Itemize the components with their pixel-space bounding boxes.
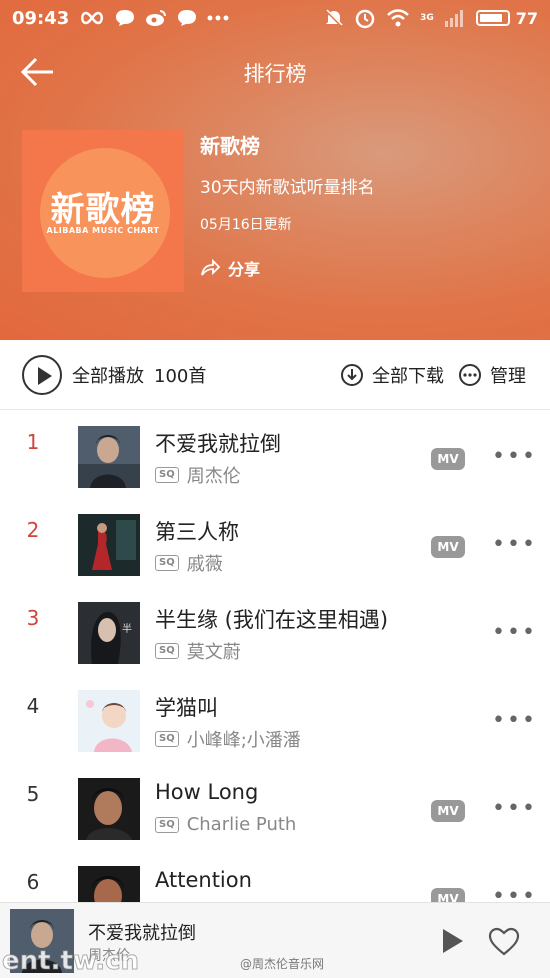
more-options-icon[interactable]: ••• bbox=[492, 622, 537, 644]
album-art-thumbnail bbox=[78, 690, 140, 752]
manage-icon bbox=[459, 364, 481, 386]
manage-button[interactable]: 管理 bbox=[458, 362, 526, 388]
watermark-left: ent.tw.cn bbox=[1, 946, 140, 977]
svg-text:半: 半 bbox=[122, 622, 132, 635]
more-options-icon[interactable]: ••• bbox=[492, 798, 537, 820]
song-rank: 2 bbox=[26, 518, 40, 542]
signal-icon bbox=[444, 10, 463, 27]
song-artist: 小峰峰;小潘潘 bbox=[186, 730, 301, 751]
song-artist: Charlie Puth bbox=[186, 814, 297, 835]
sq-quality-badge: SQ bbox=[155, 643, 179, 659]
sq-quality-badge: SQ bbox=[155, 731, 179, 747]
song-title: 半生缘 (我们在这里相遇) bbox=[155, 608, 389, 632]
song-row[interactable]: 1 不爱我就拉倒 SQ 周杰伦 MV ••• bbox=[0, 412, 550, 500]
network-label: 3G bbox=[420, 13, 434, 23]
chart-info: 新歌榜 30天内新歌试听量排名 05月16日更新 bbox=[200, 130, 375, 234]
share-label: 分享 bbox=[228, 260, 261, 279]
song-count: 100首 bbox=[154, 366, 207, 387]
sq-quality-badge: SQ bbox=[155, 467, 179, 483]
song-artist: 莫文蔚 bbox=[186, 642, 241, 663]
more-options-icon[interactable]: ••• bbox=[492, 534, 537, 556]
more-dots-icon bbox=[207, 15, 229, 21]
play-circle-icon bbox=[22, 355, 62, 395]
album-art-thumbnail: 半 bbox=[78, 602, 140, 664]
mv-badge[interactable]: MV bbox=[431, 536, 465, 558]
song-artist: 周杰伦 bbox=[186, 466, 241, 487]
status-bar: 09:43 3G 77 bbox=[0, 0, 550, 36]
song-title: How Long bbox=[155, 780, 259, 804]
alarm-icon bbox=[355, 9, 375, 29]
song-row[interactable]: 5 How Long SQ Charlie Puth MV ••• bbox=[0, 764, 550, 852]
download-all-button[interactable]: 全部下载 bbox=[340, 362, 444, 388]
battery-level: 77 bbox=[515, 8, 538, 28]
song-row[interactable]: 3 半 半生缘 (我们在这里相遇) SQ 莫文蔚 ••• bbox=[0, 588, 550, 676]
chart-updated: 05月16日更新 bbox=[200, 217, 292, 233]
mute-icon bbox=[325, 8, 344, 28]
manage-label: 管理 bbox=[490, 366, 526, 387]
play-all-label: 全部播放 bbox=[72, 366, 144, 387]
share-icon bbox=[201, 259, 220, 276]
song-row[interactable]: 2 第三人称 SQ 戚薇 MV ••• bbox=[0, 500, 550, 588]
song-title: 学猫叫 bbox=[155, 696, 218, 720]
now-playing-title: 不爱我就拉倒 bbox=[88, 923, 196, 944]
song-rank: 3 bbox=[26, 606, 40, 630]
mv-badge[interactable]: MV bbox=[431, 800, 465, 822]
chat-bubble-icon bbox=[116, 10, 135, 26]
chart-title: 新歌榜 bbox=[200, 134, 260, 158]
song-rank: 5 bbox=[26, 782, 40, 806]
watermark-right: @周杰伦音乐网 bbox=[240, 957, 325, 971]
heart-icon[interactable] bbox=[488, 927, 520, 957]
page-title: 排行榜 bbox=[243, 62, 307, 86]
status-time: 09:43 bbox=[12, 7, 70, 29]
song-rank: 4 bbox=[26, 694, 40, 718]
chat-bubble-icon bbox=[178, 10, 197, 26]
more-options-icon[interactable]: ••• bbox=[492, 710, 537, 732]
song-title: 不爱我就拉倒 bbox=[155, 432, 281, 456]
play-icon[interactable] bbox=[440, 927, 466, 955]
sq-quality-badge: SQ bbox=[155, 555, 179, 571]
song-title: Attention bbox=[155, 868, 252, 892]
album-art-thumbnail bbox=[78, 778, 140, 840]
play-all-button[interactable]: 全部播放 100首 bbox=[22, 355, 206, 395]
download-icon bbox=[341, 364, 363, 386]
album-art-thumbnail bbox=[78, 514, 140, 576]
song-list: 1 不爱我就拉倒 SQ 周杰伦 MV ••• 2 第三人称 SQ 戚薇 MV •… bbox=[0, 412, 550, 940]
song-title: 第三人称 bbox=[155, 520, 239, 544]
wifi-icon bbox=[387, 9, 409, 27]
more-options-icon[interactable]: ••• bbox=[492, 446, 537, 468]
song-artist: 戚薇 bbox=[186, 554, 223, 575]
album-art-thumbnail bbox=[78, 426, 140, 488]
mv-badge[interactable]: MV bbox=[431, 448, 465, 470]
infinity-icon bbox=[81, 11, 104, 25]
weibo-icon bbox=[146, 10, 167, 26]
share-button[interactable]: 分享 bbox=[200, 256, 260, 280]
song-row[interactable]: 4 学猫叫 SQ 小峰峰;小潘潘 ••• bbox=[0, 676, 550, 764]
download-all-label: 全部下载 bbox=[372, 366, 444, 387]
song-rank: 6 bbox=[26, 870, 40, 894]
navbar: 排行榜 bbox=[0, 48, 550, 96]
list-toolbar: 全部播放 100首 全部下载 管理 bbox=[0, 340, 550, 410]
cover-title: 新歌榜 bbox=[50, 190, 156, 230]
chart-cover-image: 新歌榜 ALIBABA MUSIC CHART bbox=[22, 130, 184, 292]
song-rank: 1 bbox=[26, 430, 40, 454]
sq-quality-badge: SQ bbox=[155, 816, 179, 833]
cover-subtitle: ALIBABA MUSIC CHART bbox=[46, 226, 160, 235]
chart-header: 09:43 3G 77 排行榜 新歌榜 ALIBABA MUSIC CHART bbox=[0, 0, 550, 340]
battery-icon bbox=[475, 10, 510, 26]
chart-description: 30天内新歌试听量排名 bbox=[200, 178, 375, 198]
